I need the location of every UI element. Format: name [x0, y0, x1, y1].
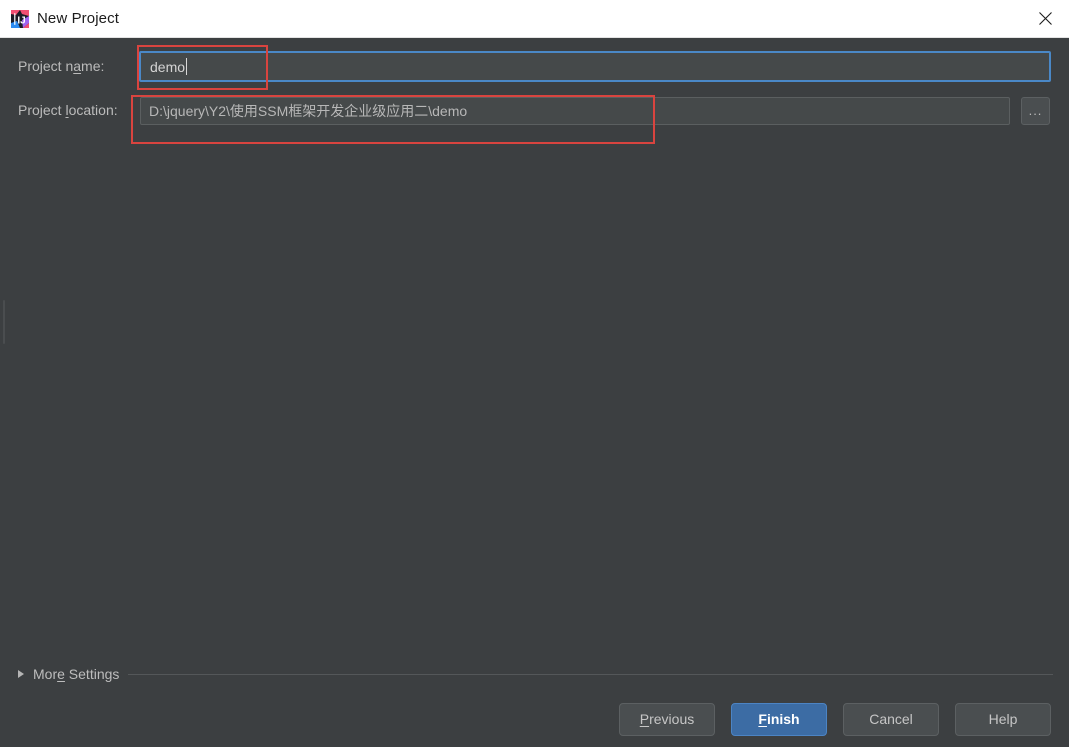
text-caret — [186, 58, 188, 75]
project-location-input[interactable]: D:\jquery\Y2\使用SSM框架开发企业级应用二\demo — [140, 97, 1010, 125]
previous-button[interactable]: Previous — [619, 702, 715, 736]
close-button[interactable] — [1022, 0, 1069, 37]
intellij-idea-icon: IJ — [11, 10, 29, 28]
project-name-input[interactable]: demo — [139, 51, 1051, 82]
browse-folder-button[interactable]: ... — [1021, 97, 1050, 125]
more-settings-toggle[interactable]: More Settings — [18, 664, 1053, 684]
project-location-value: D:\jquery\Y2\使用SSM框架开发企业级应用二\demo — [149, 103, 468, 119]
new-project-dialog: IJ New Project Project name: demo Projec… — [0, 0, 1069, 747]
project-location-label: Project location: — [18, 102, 118, 118]
cancel-button[interactable]: Cancel — [843, 702, 939, 736]
help-button[interactable]: Help — [955, 702, 1051, 736]
close-icon — [1039, 12, 1052, 25]
dialog-button-bar: Previous Finish Cancel Help — [0, 691, 1069, 747]
svg-text:IJ: IJ — [17, 15, 25, 26]
window-title: New Project — [37, 10, 119, 27]
triangle-right-icon — [18, 670, 24, 678]
panel-splitter-handle[interactable] — [3, 300, 5, 344]
title-bar: IJ New Project — [0, 0, 1069, 38]
project-name-label: Project name: — [18, 58, 105, 74]
more-settings-label: More Settings — [33, 666, 120, 682]
project-name-value: demo — [150, 58, 186, 75]
finish-button[interactable]: Finish — [731, 702, 827, 736]
section-divider — [128, 674, 1053, 675]
